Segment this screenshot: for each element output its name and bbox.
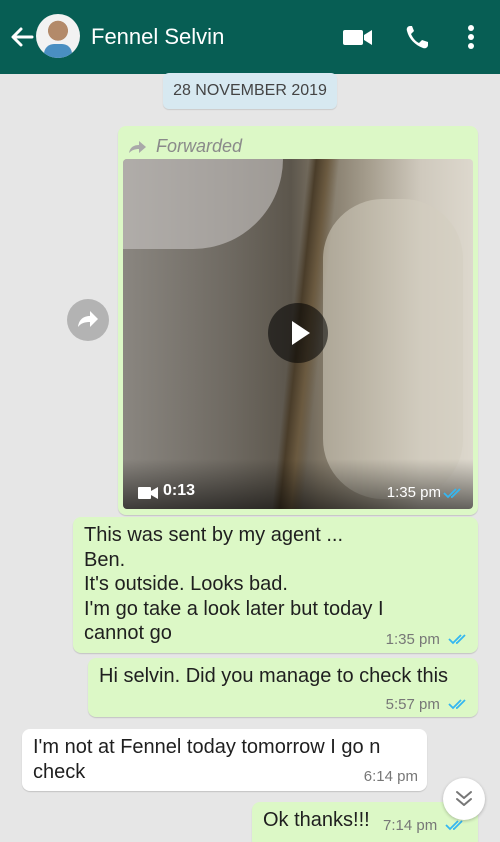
more-options-icon[interactable]	[459, 20, 483, 54]
scroll-to-bottom-button[interactable]	[443, 778, 485, 820]
incoming-message[interactable]: I'm not at Fennel today tomorrow I go n …	[22, 729, 427, 791]
play-icon	[292, 321, 310, 345]
avatar[interactable]	[36, 14, 80, 58]
message-time: 1:35 pm	[385, 631, 440, 648]
message-meta: 1:35 pm	[386, 631, 468, 648]
message-text: Ok thanks!!!	[263, 809, 370, 831]
phone-icon[interactable]	[402, 20, 434, 54]
chat-header: Fennel Selvin	[0, 0, 500, 74]
forward-button[interactable]	[67, 299, 109, 341]
contact-name[interactable]: Fennel Selvin	[91, 22, 224, 52]
play-button[interactable]	[268, 303, 328, 363]
message-text: This was sent by my agent ... Ben. It's …	[84, 524, 384, 644]
date-divider: 28 NOVEMBER 2019	[163, 73, 337, 109]
outgoing-message[interactable]: Hi selvin. Did you manage to check this …	[88, 658, 478, 717]
read-ticks-icon	[445, 820, 464, 831]
forward-arrow-icon	[78, 311, 98, 327]
video-message[interactable]: Forwarded 0:13 1:35 pm	[118, 126, 478, 515]
video-thumbnail[interactable]: 0:13 1:35 pm	[123, 159, 473, 509]
video-call-icon[interactable]	[340, 20, 376, 54]
message-time: 7:14 pm	[383, 817, 438, 834]
forwarded-icon	[129, 141, 146, 153]
message-time: 6:14 pm	[363, 768, 418, 785]
read-ticks-icon	[443, 488, 461, 499]
outgoing-message[interactable]: This was sent by my agent ... Ben. It's …	[73, 517, 478, 653]
video-camera-icon	[138, 487, 158, 499]
message-time: 5:57 pm	[385, 696, 440, 713]
message-text: Hi selvin. Did you manage to check this	[99, 665, 449, 687]
double-chevron-down-icon	[456, 791, 472, 806]
message-meta: 5:57 pm	[386, 696, 468, 713]
forwarded-label: Forwarded	[128, 132, 242, 160]
read-ticks-icon	[448, 699, 466, 710]
back-arrow-icon[interactable]	[8, 22, 36, 52]
message-time: 1:35 pm	[386, 484, 441, 501]
video-duration: 0:13	[163, 482, 196, 499]
read-ticks-icon	[448, 634, 466, 645]
